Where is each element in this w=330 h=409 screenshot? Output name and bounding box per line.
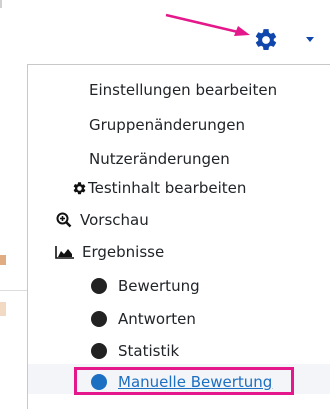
bullet-icon	[91, 311, 107, 327]
menu-item-testinhalt-bearbeiten[interactable]: Testinhalt bearbeiten	[72, 178, 246, 198]
background-fragment	[0, 255, 6, 265]
divider	[0, 290, 27, 291]
zoom-in-icon	[56, 212, 72, 228]
menu-item-einstellungen[interactable]: Einstellungen bearbeiten	[89, 80, 277, 100]
menu-item-nutzeraenderungen[interactable]: Nutzeränderungen	[89, 149, 230, 169]
menu-item-label: Einstellungen bearbeiten	[89, 81, 278, 99]
background-fragment	[0, 302, 6, 316]
bullet-icon	[91, 278, 107, 294]
area-chart-icon	[55, 246, 74, 259]
menu-item-label: Gruppenänderungen	[89, 116, 245, 134]
gear-icon	[73, 181, 86, 194]
menu-item-antworten[interactable]: Antworten	[91, 309, 196, 329]
chevron-down-icon[interactable]	[305, 37, 315, 43]
menu-item-label: Antworten	[118, 310, 196, 328]
menu-item-label: Vorschau	[80, 211, 149, 229]
menu-item-label: Nutzeränderungen	[89, 150, 230, 168]
menu-item-label: Testinhalt bearbeiten	[88, 179, 247, 197]
menu-item-label: Bewertung	[118, 277, 200, 295]
bullet-icon	[91, 343, 107, 359]
menu-item-label: Statistik	[118, 342, 180, 360]
annotation-highlight-box	[74, 367, 294, 395]
menu-item-statistik[interactable]: Statistik	[91, 341, 179, 361]
actions-menu-button[interactable]	[253, 25, 289, 55]
menu-item-gruppenaenderungen[interactable]: Gruppenänderungen	[89, 115, 245, 135]
menu-item-bewertung[interactable]: Bewertung	[91, 276, 200, 296]
menu-item-vorschau[interactable]: Vorschau	[56, 210, 149, 230]
menu-item-ergebnisse[interactable]: Ergebnisse	[55, 242, 164, 262]
menu-item-label: Ergebnisse	[82, 243, 165, 261]
gear-icon	[255, 29, 277, 50]
